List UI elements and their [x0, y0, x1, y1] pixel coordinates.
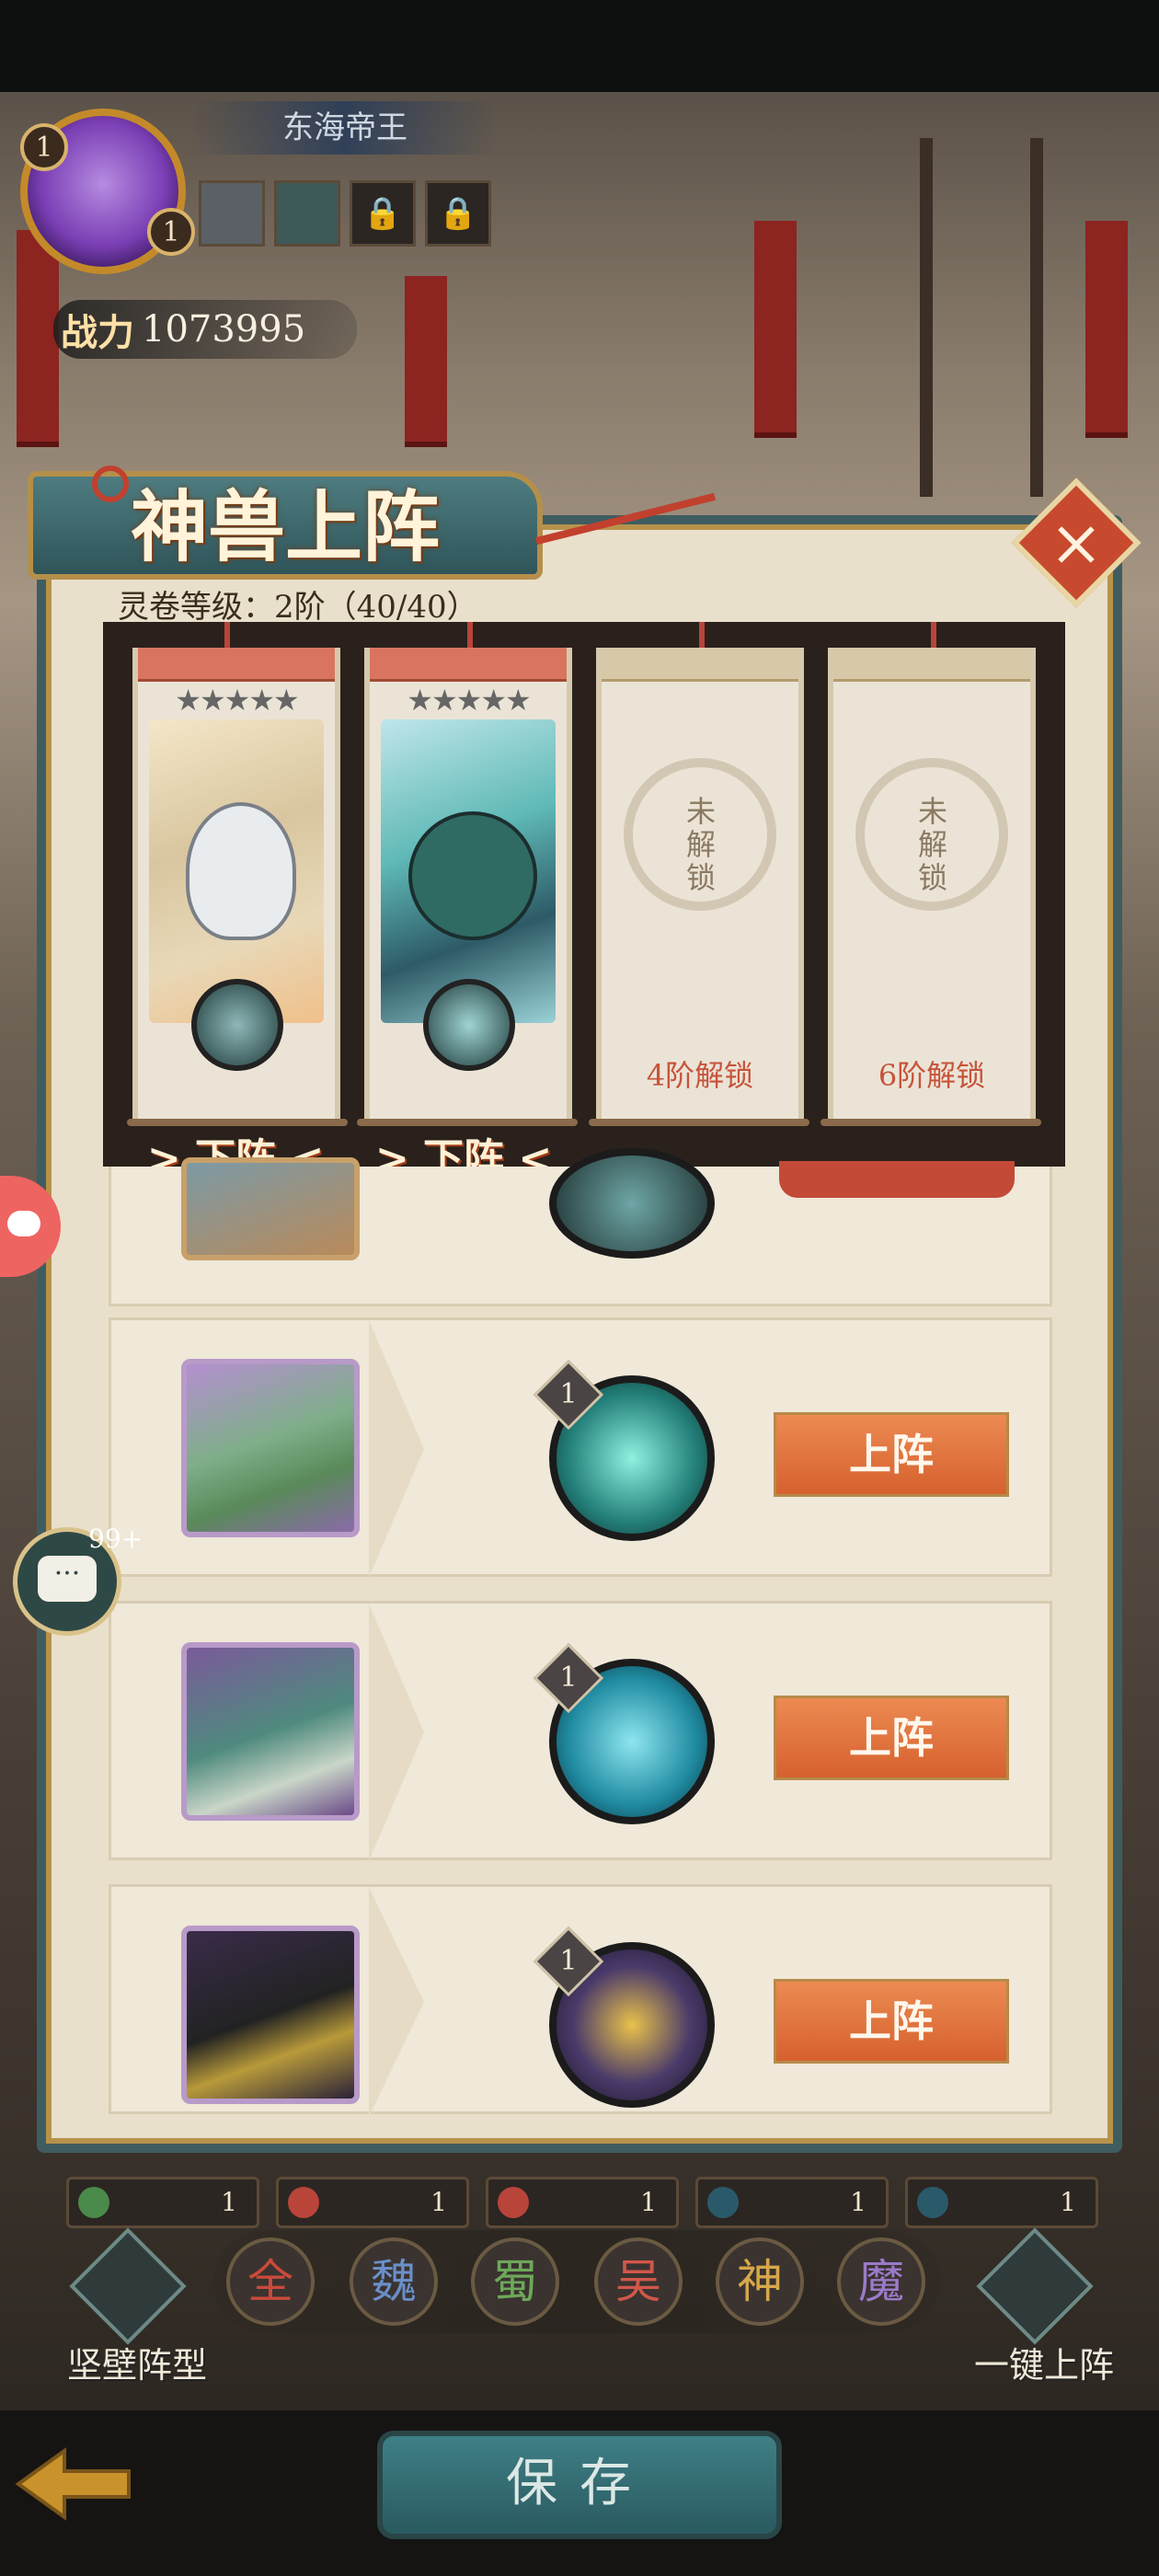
beast-row: 1 上阵: [109, 1317, 1052, 1578]
gamepad-icon: [7, 1211, 40, 1236]
beast-skill-icon[interactable]: [549, 1148, 715, 1259]
hanging-cord: [467, 622, 473, 650]
banner: [17, 230, 59, 447]
deploy-button[interactable]: 上阵: [774, 1696, 1009, 1780]
unlock-condition: 4阶解锁: [646, 1058, 754, 1093]
category-tab[interactable]: 1: [695, 2177, 889, 2228]
lock-icon: 🔒: [362, 195, 403, 232]
power-label: 战力: [61, 311, 134, 354]
banner: [405, 276, 447, 447]
save-button[interactable]: 保存: [377, 2431, 782, 2539]
scroll-rod: [820, 1119, 1041, 1126]
star-rating: ★★★★★: [175, 683, 299, 718]
scroll-rod: [589, 1119, 809, 1126]
faction-shen[interactable]: 神: [716, 2237, 804, 2326]
deploy-button[interactable]: 上阵: [774, 1979, 1009, 2064]
faction-shu[interactable]: 蜀: [471, 2237, 559, 2326]
faction-wu[interactable]: 吴: [594, 2237, 683, 2326]
avatar-level-badge: 1: [20, 123, 68, 171]
back-button[interactable]: [9, 2438, 138, 2530]
qilin-figure: [408, 811, 537, 940]
equipped-tag: [779, 1161, 1015, 1198]
category-tab[interactable]: 1: [66, 2177, 259, 2228]
jade-deer-portrait[interactable]: [181, 1642, 360, 1821]
chat-unread-badge: 99+: [88, 1524, 143, 1554]
beast-row: 1 上阵: [109, 1601, 1052, 1861]
faction-all[interactable]: 全: [226, 2237, 315, 2326]
player-name: 东海帝王: [193, 101, 497, 155]
one-key-deploy-button[interactable]: 一键上阵: [938, 2227, 1141, 2392]
faction-mo[interactable]: 魔: [837, 2237, 925, 2326]
category-icon: [498, 2187, 529, 2218]
row-divider: [369, 1320, 424, 1578]
group-icon: [976, 2227, 1094, 2345]
scroll-cap: [602, 648, 798, 682]
tiger-skill-icon: [191, 979, 283, 1071]
chat-bubble-icon: ···: [38, 1556, 97, 1602]
locked-slot[interactable]: 🔒: [350, 180, 416, 247]
avatar-level-badge: 1: [147, 208, 195, 256]
category-tab[interactable]: 1: [486, 2177, 679, 2228]
locked-slot[interactable]: 🔒: [425, 180, 491, 247]
close-x-icon: ×: [1049, 505, 1104, 581]
back-arrow-icon: [15, 2447, 131, 2521]
scroll-cap: [370, 648, 567, 682]
white-tiger-art: [149, 719, 324, 1023]
formation-grid-icon: [69, 2227, 187, 2345]
tiger-figure: [186, 802, 296, 940]
hanging-cord: [931, 622, 936, 650]
green-dragon-portrait[interactable]: [181, 1359, 360, 1537]
equipped-beast-strip: ★★★★★ > 下阵 < ★★★★★ > 下阵 < 未解锁 4阶解锁 未解锁 6…: [103, 622, 1065, 1167]
tower-pole: [920, 138, 933, 497]
banner: [754, 221, 797, 438]
category-tab[interactable]: 1: [276, 2177, 469, 2228]
power-value: 1073995: [142, 308, 306, 351]
row-divider: [369, 1604, 424, 1861]
banner: [1085, 221, 1128, 438]
scroll-rod: [127, 1119, 348, 1126]
faction-wei[interactable]: 魏: [350, 2237, 438, 2326]
formation-label: 坚壁阵型: [66, 2345, 207, 2386]
combat-power: 战力 1073995: [53, 300, 357, 359]
beast-row: 1 上阵: [109, 1884, 1052, 2117]
category-icon: [78, 2187, 109, 2218]
beast-row-partial: [109, 1148, 1052, 1306]
hero-slot[interactable]: [199, 180, 265, 247]
row-divider: [369, 1887, 424, 2117]
hanging-cord: [699, 622, 705, 650]
scroll-tier: 灵卷等级：2阶（40/40）: [118, 589, 478, 626]
status-bar: [0, 0, 1159, 92]
scroll-cap: [833, 648, 1030, 682]
scroll-cap: [138, 648, 335, 682]
category-tab[interactable]: 1: [905, 2177, 1098, 2228]
azure-qilin-art: [381, 719, 556, 1023]
beast-scroll-2[interactable]: ★★★★★: [364, 648, 572, 1121]
tower-pole: [1030, 138, 1043, 497]
unlock-condition: 6阶解锁: [878, 1058, 986, 1093]
locked-text: 未解锁: [917, 794, 947, 895]
one-key-label: 一键上阵: [973, 2345, 1114, 2386]
remove-beast-button-2[interactable]: > 下阵 <: [353, 1133, 574, 1167]
scroll-rod: [357, 1119, 578, 1126]
faction-filter-bar: [213, 2230, 940, 2333]
category-icon: [707, 2187, 739, 2218]
lock-icon: 🔒: [438, 195, 478, 232]
panel-title: 神兽上阵: [130, 481, 440, 572]
beast-portrait[interactable]: [181, 1157, 360, 1260]
shadow-wolf-portrait[interactable]: [181, 1926, 360, 2104]
hero-slot[interactable]: [274, 180, 340, 247]
locked-scroll-3[interactable]: 未解锁 4阶解锁: [596, 648, 804, 1121]
qilin-skill-icon: [423, 979, 515, 1071]
category-icon: [288, 2187, 319, 2218]
beast-scroll-1[interactable]: ★★★★★: [132, 648, 340, 1121]
category-icon: [917, 2187, 948, 2218]
locked-scroll-4[interactable]: 未解锁 6阶解锁: [828, 648, 1036, 1121]
deploy-button[interactable]: 上阵: [774, 1412, 1009, 1497]
scroll-ring: [92, 466, 129, 502]
star-rating: ★★★★★: [407, 683, 531, 718]
formation-button[interactable]: 坚壁阵型: [31, 2227, 234, 2392]
locked-text: 未解锁: [685, 794, 716, 895]
hanging-cord: [224, 622, 230, 650]
